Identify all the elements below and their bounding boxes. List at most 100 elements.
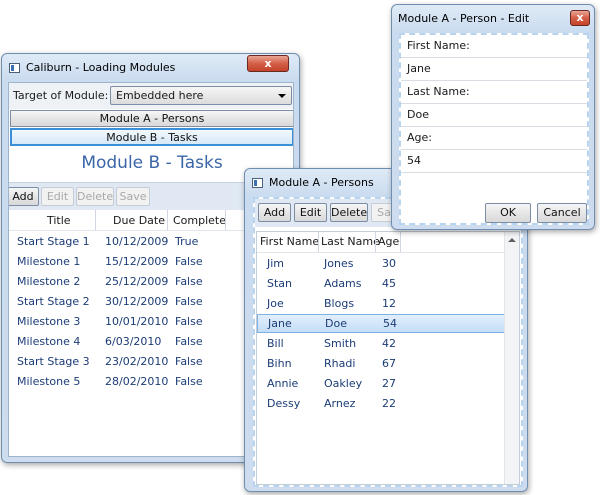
task-title-cell: Start Stage 2 <box>17 295 90 308</box>
age-cell: 30 <box>382 257 396 270</box>
cancel-button[interactable]: Cancel <box>537 203 587 223</box>
last-name-cell: Arnez <box>324 397 356 410</box>
first-name-cell: Joe <box>267 297 284 310</box>
task-due-date-cell: 25/12/2009 <box>105 275 169 288</box>
task-due-date-cell: 28/02/2010 <box>105 375 169 388</box>
add-button[interactable]: Add <box>9 187 39 206</box>
task-complete-cell: False <box>175 355 203 368</box>
task-complete-cell: False <box>175 275 203 288</box>
target-select-value: Embedded here <box>116 89 204 102</box>
window-title: Module A - Person - Edit <box>398 12 530 25</box>
task-title-cell: Milestone 2 <box>17 275 81 288</box>
task-due-date-cell: 6/03/2010 <box>105 335 162 348</box>
list-item[interactable]: Bill Smith 42 <box>257 334 505 353</box>
last-name-cell: Rhadi <box>324 357 356 370</box>
last-name-cell: Jones <box>324 257 354 270</box>
task-due-date-cell: 15/12/2009 <box>105 255 169 268</box>
list-item[interactable]: Jim Jones 30 <box>257 254 505 273</box>
list-item[interactable]: Joe Blogs 12 <box>257 294 505 313</box>
first-name-cell: Dessy <box>267 397 301 410</box>
task-complete-cell: False <box>175 255 203 268</box>
edit-button[interactable]: Edit <box>41 187 74 206</box>
field-input[interactable]: Doe <box>401 104 587 127</box>
age-cell: 27 <box>382 377 396 390</box>
age-cell: 67 <box>382 357 396 370</box>
delete-button[interactable]: Delete <box>330 203 368 222</box>
person-edit-content: First Name: Jane Last Name: Doe Age: 54 OK Ca… <box>399 33 589 225</box>
ok-button[interactable]: OK <box>485 203 531 223</box>
field-label-row: Age: <box>401 127 587 150</box>
task-complete-cell: False <box>175 375 203 388</box>
task-title-cell: Milestone 3 <box>17 315 81 328</box>
list-item[interactable]: Dessy Arnez 22 <box>257 394 505 413</box>
task-complete-cell: False <box>175 295 203 308</box>
chevron-down-icon <box>278 94 286 98</box>
task-complete-cell: False <box>175 315 203 328</box>
last-name-cell: Adams <box>324 277 362 290</box>
field-label: Last Name: <box>407 85 470 98</box>
age-cell: 22 <box>382 397 396 410</box>
age-cell: 54 <box>383 317 397 330</box>
close-button[interactable]: x <box>570 10 590 26</box>
add-button[interactable]: Add <box>258 203 291 222</box>
task-complete-cell: True <box>175 235 199 248</box>
first-name-cell: Annie <box>267 377 299 390</box>
save-button[interactable]: Save <box>116 187 150 206</box>
age-cell: 12 <box>382 297 396 310</box>
field-input[interactable]: 54 <box>401 150 587 173</box>
edit-button[interactable]: Edit <box>294 203 327 222</box>
field-value: 54 <box>407 154 421 167</box>
vertical-scrollbar[interactable] <box>504 232 519 484</box>
field-label-row: Last Name: <box>401 81 587 104</box>
last-name-cell: Blogs <box>324 297 355 310</box>
list-item[interactable]: Bihn Rhadi 67 <box>257 354 505 373</box>
first-name-cell: Bihn <box>267 357 292 370</box>
list-item[interactable]: Annie Oakley 27 <box>257 374 505 393</box>
column-header-complete[interactable]: Complete <box>173 214 226 227</box>
list-item[interactable]: Jane Doe 54 <box>257 314 505 333</box>
task-title-cell: Start Stage 1 <box>17 235 90 248</box>
task-due-date-cell: 10/12/2009 <box>105 235 169 248</box>
first-name-cell: Jane <box>268 317 292 330</box>
scroll-up-arrow-icon[interactable] <box>508 238 516 242</box>
target-row: Target of Module: Embedded here <box>9 83 293 109</box>
task-title-cell: Start Stage 3 <box>17 355 90 368</box>
field-value: Doe <box>407 108 429 121</box>
field-input[interactable]: Jane <box>401 58 587 81</box>
delete-button[interactable]: Delete <box>76 187 114 206</box>
column-header-age[interactable]: Age <box>378 235 399 248</box>
window-title: Module A - Persons <box>269 176 374 189</box>
first-name-cell: Stan <box>267 277 293 290</box>
first-name-cell: Bill <box>267 337 284 350</box>
last-name-cell: Oakley <box>324 377 363 390</box>
column-header-first-name[interactable]: First Name <box>260 235 319 248</box>
field-label-row: First Name: <box>401 35 587 58</box>
task-title-cell: Milestone 1 <box>17 255 81 268</box>
field-label: First Name: <box>407 39 470 52</box>
title-bar[interactable]: Caliburn - Loading Modules x <box>2 54 299 82</box>
module-a-button[interactable]: Module A - Persons <box>10 110 293 127</box>
task-title-cell: Milestone 4 <box>17 335 81 348</box>
person-edit-window: Module A - Person - Edit x First Name: Ja… <box>391 4 595 230</box>
persons-header: First Name Last Name Age <box>257 232 505 253</box>
column-header-title[interactable]: Title <box>47 214 71 227</box>
title-bar[interactable]: Module A - Person - Edit x <box>392 5 594 33</box>
column-header-last-name[interactable]: Last Name <box>321 235 380 248</box>
age-cell: 42 <box>382 337 396 350</box>
app-window-icon <box>252 178 263 188</box>
first-name-cell: Jim <box>267 257 285 270</box>
target-select[interactable]: Embedded here <box>110 86 292 105</box>
column-header-due-date[interactable]: Due Date <box>113 214 165 227</box>
age-cell: 45 <box>382 277 396 290</box>
close-button[interactable]: x <box>247 55 289 72</box>
module-b-button[interactable]: Module B - Tasks <box>10 128 293 146</box>
persons-list[interactable]: First Name Last Name Age Jim Jones 30 Stan A… <box>256 231 520 485</box>
task-complete-cell: False <box>175 335 203 348</box>
task-title-cell: Milestone 5 <box>17 375 81 388</box>
app-window-icon <box>9 63 20 73</box>
persons-content: Add Edit Delete Sa First Name Last Name … <box>253 197 523 487</box>
list-item[interactable]: Stan Adams 45 <box>257 274 505 293</box>
task-due-date-cell: 23/02/2010 <box>105 355 169 368</box>
window-title: Caliburn - Loading Modules <box>26 61 176 74</box>
field-label: Age: <box>407 131 432 144</box>
